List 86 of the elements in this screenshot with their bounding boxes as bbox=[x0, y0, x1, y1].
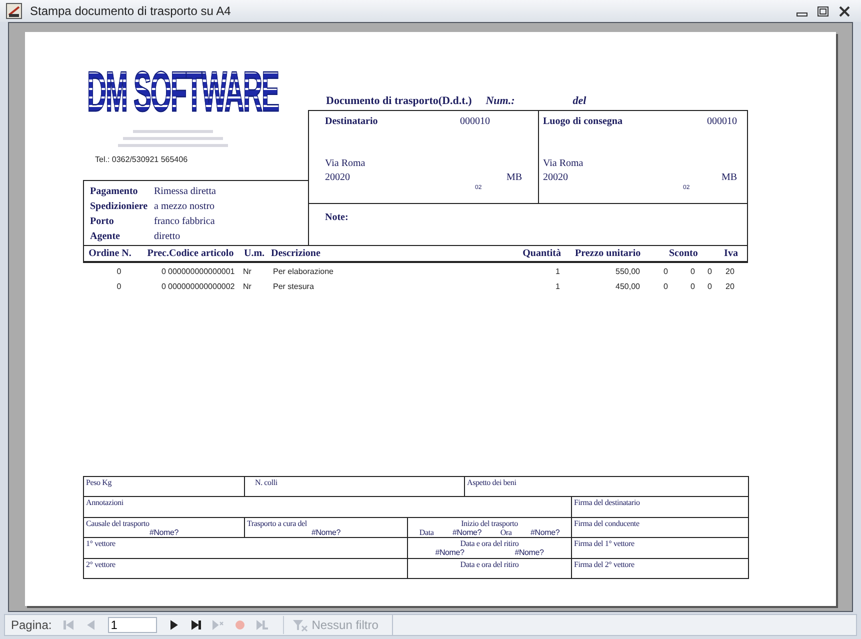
field-label: Firma del destinatario bbox=[574, 498, 640, 507]
zip-code: 20020 bbox=[325, 171, 350, 185]
table-cell: 0 bbox=[690, 282, 695, 291]
field-label: Firma del 1° vettore bbox=[574, 539, 634, 548]
field-label: Causale del trasporto bbox=[86, 518, 150, 528]
column-header: Ordine N. bbox=[88, 248, 132, 259]
document-title: Documento di trasporto(D.d.t.) bbox=[326, 94, 472, 109]
field-label: Inizio del trasporto bbox=[461, 518, 518, 528]
table-cell: 0 bbox=[690, 267, 695, 276]
field-value: #Nome? bbox=[452, 528, 482, 536]
last-page-icon[interactable] bbox=[190, 619, 202, 631]
table-cell: 1 bbox=[556, 267, 560, 276]
street-text: Via Roma bbox=[325, 157, 366, 171]
field-label: Data e ora del ritiro bbox=[460, 539, 519, 548]
field-value: #Nome? bbox=[514, 548, 544, 557]
table-cell: 0 bbox=[162, 282, 166, 291]
table-cell: 0 bbox=[116, 282, 122, 291]
address-label: Luogo di consegna bbox=[543, 115, 622, 129]
field-label: 1° vettore bbox=[86, 539, 116, 548]
table-cell: 0 bbox=[708, 267, 712, 276]
field-label: N. colli bbox=[255, 478, 278, 486]
term-label: Agente bbox=[90, 230, 121, 244]
field-label: Data bbox=[419, 528, 434, 536]
field-value: #Nome? bbox=[530, 528, 560, 536]
field-label: Trasporto a cura del bbox=[247, 518, 307, 528]
filter-icon bbox=[292, 618, 308, 632]
table-cell: 0 bbox=[708, 282, 712, 291]
column-header: Codice articolo bbox=[169, 248, 234, 259]
number-label: Num.: bbox=[486, 94, 515, 109]
field-label: Annotazioni bbox=[86, 498, 124, 507]
table-cell: Nr bbox=[243, 267, 252, 276]
table-cell: 20 bbox=[726, 267, 734, 276]
restore-icon[interactable] bbox=[817, 6, 829, 16]
notes-label: Note: bbox=[325, 212, 348, 223]
field-label: 2° vettore bbox=[86, 560, 116, 568]
term-value: a mezzo nostro bbox=[154, 200, 215, 214]
column-header: Prezzo unitario bbox=[575, 248, 641, 259]
table-cell: 1 bbox=[556, 282, 560, 291]
table-cell: 000000000000001 bbox=[168, 267, 235, 276]
page-label: Pagina: bbox=[11, 617, 52, 634]
table-cell: 0 bbox=[116, 267, 122, 276]
window-title: Stampa documento di trasporto su A4 bbox=[30, 3, 232, 20]
address-label: Destinatario bbox=[325, 115, 378, 129]
next-page-icon[interactable] bbox=[168, 619, 180, 631]
field-label: Firma del conducente bbox=[574, 518, 640, 528]
column-header: Prec. bbox=[147, 248, 169, 259]
term-label: Porto bbox=[90, 215, 115, 229]
customer-code: 000010 bbox=[460, 115, 490, 129]
term-label: Pagamento bbox=[90, 185, 139, 199]
customer-code: 000010 bbox=[707, 115, 737, 129]
field-label: Ora bbox=[500, 528, 512, 536]
field-value: #Nome? bbox=[149, 528, 179, 536]
term-value: Rimessa diretta bbox=[154, 185, 216, 199]
close-icon[interactable] bbox=[838, 6, 850, 16]
province-code: MB bbox=[506, 171, 522, 185]
field-label: Firma del 2° vettore bbox=[574, 560, 634, 568]
table-cell: 000000000000002 bbox=[168, 282, 235, 291]
table-cell: 0 bbox=[664, 282, 668, 291]
table-cell: 0 bbox=[162, 267, 166, 276]
province-code: MB bbox=[721, 171, 737, 185]
table-cell: Per elaborazione bbox=[273, 267, 334, 276]
column-header: Descrizione bbox=[271, 248, 320, 259]
column-header: Sconto bbox=[669, 248, 698, 259]
column-header: U.m. bbox=[244, 248, 265, 259]
field-label: Data e ora del ritiro bbox=[460, 560, 519, 568]
table-cell: Nr bbox=[243, 282, 252, 291]
field-label: Aspetto dei beni bbox=[467, 478, 516, 486]
zip-code: 20020 bbox=[543, 171, 568, 185]
term-value: diretto bbox=[154, 230, 180, 244]
column-header: Quantità bbox=[522, 248, 561, 259]
table-cell: 0 bbox=[664, 267, 668, 276]
table-cell: 550,00 bbox=[616, 267, 640, 276]
term-value: franco fabbrica bbox=[154, 215, 215, 229]
field-value: #Nome? bbox=[435, 548, 464, 557]
date-label: del bbox=[572, 94, 586, 109]
field-label: Peso Kg bbox=[86, 478, 112, 486]
term-label: Spedizioniere bbox=[90, 200, 149, 214]
table-cell: 20 bbox=[726, 282, 734, 291]
app-icon bbox=[6, 3, 22, 19]
street-text: Via Roma bbox=[543, 157, 584, 171]
phone-text: Tel.: 0362/530921 565406 bbox=[95, 154, 189, 166]
page-field[interactable]: 1 bbox=[108, 617, 157, 633]
field-value: #Nome? bbox=[311, 528, 341, 536]
column-header: Iva bbox=[724, 248, 738, 259]
table-cell: 450,00 bbox=[616, 282, 640, 291]
table-cell: Per stesura bbox=[273, 282, 314, 291]
